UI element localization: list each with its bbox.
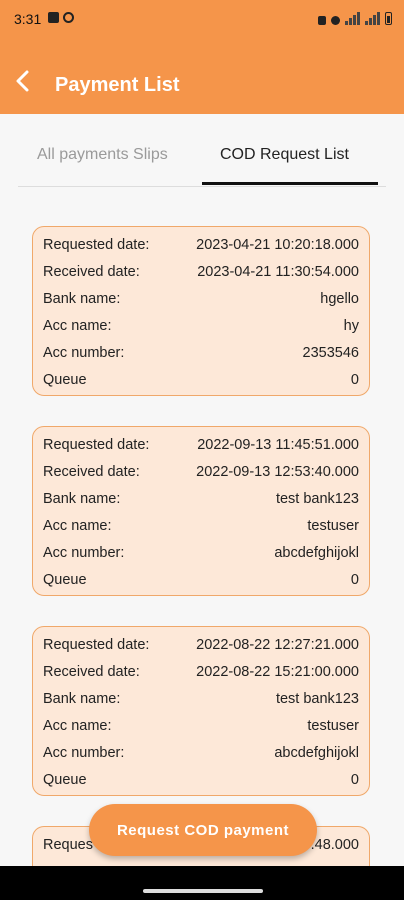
received-date-row: Received date: 2022-09-13 12:53:40.000 (43, 464, 359, 488)
requested-date-value: 2022-08-22 12:27:21.000 (196, 637, 359, 653)
queue-row: Queue 0 (43, 572, 359, 596)
received-date-value: 2022-08-22 15:21:00.000 (196, 664, 359, 680)
bank-name-value: test bank123 (275, 491, 359, 507)
bank-name-row: Bank name: test bank123 (43, 691, 359, 715)
back-button[interactable] (8, 66, 38, 96)
requested-date-label: Requested date: (43, 437, 150, 453)
queue-label: Queue (43, 372, 87, 388)
notification-icons (48, 12, 74, 23)
bank-name-label: Bank name: (43, 691, 121, 707)
queue-value: 0 (350, 572, 359, 588)
acc-number-value: abcdefghijokl (274, 545, 359, 561)
image-notification-icon (48, 12, 59, 23)
received-date-value: 2022-09-13 12:53:40.000 (196, 464, 359, 480)
received-date-label: Received date: (43, 664, 140, 680)
tab-all-payments-slips[interactable]: All payments Slips (37, 146, 168, 164)
acc-name-label: Acc name: (43, 318, 112, 334)
acc-name-row: Acc name: hy (43, 318, 359, 342)
acc-number-value: abcdefghijokl (274, 745, 359, 761)
acc-number-row: Acc number: abcdefghijokl (43, 545, 359, 569)
signal-icon (345, 12, 360, 25)
battery-icon (385, 12, 392, 25)
lock-icon (318, 16, 326, 25)
bank-name-label: Bank name: (43, 491, 121, 507)
acc-number-row: Acc number: abcdefghijokl (43, 745, 359, 769)
acc-number-label: Acc number: (43, 345, 125, 361)
requested-date-label: Reques (43, 837, 93, 853)
queue-value: 0 (350, 372, 359, 388)
status-bar: 3:31 (0, 0, 404, 36)
acc-name-label: Acc name: (43, 518, 112, 534)
system-icons (318, 12, 392, 25)
bank-name-label: Bank name: (43, 291, 121, 307)
acc-number-label: Acc number: (43, 745, 125, 761)
acc-name-label: Acc name: (43, 718, 112, 734)
acc-name-row: Acc name: testuser (43, 718, 359, 742)
system-nav-bar (0, 866, 404, 900)
bank-name-row: Bank name: test bank123 (43, 491, 359, 515)
app-bar: Payment List (0, 36, 404, 114)
received-date-row: Received date: 2022-08-22 15:21:00.000 (43, 664, 359, 688)
bank-name-value: test bank123 (275, 691, 359, 707)
bank-name-value: hgello (320, 291, 359, 307)
queue-label: Queue (43, 572, 87, 588)
acc-number-row: Acc number: 2353546 (43, 345, 359, 369)
acc-number-label: Acc number: (43, 545, 125, 561)
requested-date-row: Requested date: 2022-08-22 12:27:21.000 (43, 637, 359, 661)
status-time: 3:31 (14, 11, 42, 27)
acc-name-value: hy (343, 318, 359, 334)
received-date-label: Received date: (43, 264, 140, 280)
acc-number-value: 2353546 (302, 345, 359, 361)
tab-cod-request-list[interactable]: COD Request List (220, 146, 349, 164)
active-tab-indicator (202, 182, 378, 185)
queue-row: Queue 0 (43, 372, 359, 396)
requested-date-label: Requested date: (43, 237, 150, 253)
page-title: Payment List (55, 74, 180, 96)
requested-date-value: .48.000 (310, 837, 359, 853)
signal-2-icon (365, 12, 380, 25)
back-arrow-icon (16, 70, 29, 92)
home-indicator[interactable] (143, 889, 263, 893)
requested-date-row: Requested date: 2022-09-13 11:45:51.000 (43, 437, 359, 461)
acc-name-value: testuser (307, 718, 359, 734)
queue-value: 0 (350, 772, 359, 788)
bank-name-row: Bank name: hgello (43, 291, 359, 315)
cod-request-card[interactable]: Requested date: 2022-08-22 12:27:21.000 … (32, 626, 370, 796)
received-date-label: Received date: (43, 464, 140, 480)
tab-bar: All payments Slips COD Request List (18, 132, 386, 187)
request-cod-payment-button[interactable]: Request COD payment (89, 804, 317, 856)
requested-date-row: Requested date: 2023-04-21 10:20:18.000 (43, 237, 359, 261)
requested-date-label: Requested date: (43, 637, 150, 653)
requested-date-value: 2022-09-13 11:45:51.000 (197, 437, 359, 453)
cod-request-card[interactable]: Requested date: 2023-04-21 10:20:18.000 … (32, 226, 370, 396)
acc-name-value: testuser (307, 518, 359, 534)
acc-name-row: Acc name: testuser (43, 518, 359, 542)
requested-date-value: 2023-04-21 10:20:18.000 (196, 237, 359, 253)
received-date-row: Received date: 2023-04-21 11:30:54.000 (43, 264, 359, 288)
received-date-value: 2023-04-21 11:30:54.000 (197, 264, 359, 280)
alarm-icon (331, 16, 340, 25)
queue-row: Queue 0 (43, 772, 359, 796)
cod-request-card[interactable]: Requested date: 2022-09-13 11:45:51.000 … (32, 426, 370, 596)
whatsapp-notification-icon (63, 12, 74, 23)
queue-label: Queue (43, 772, 87, 788)
